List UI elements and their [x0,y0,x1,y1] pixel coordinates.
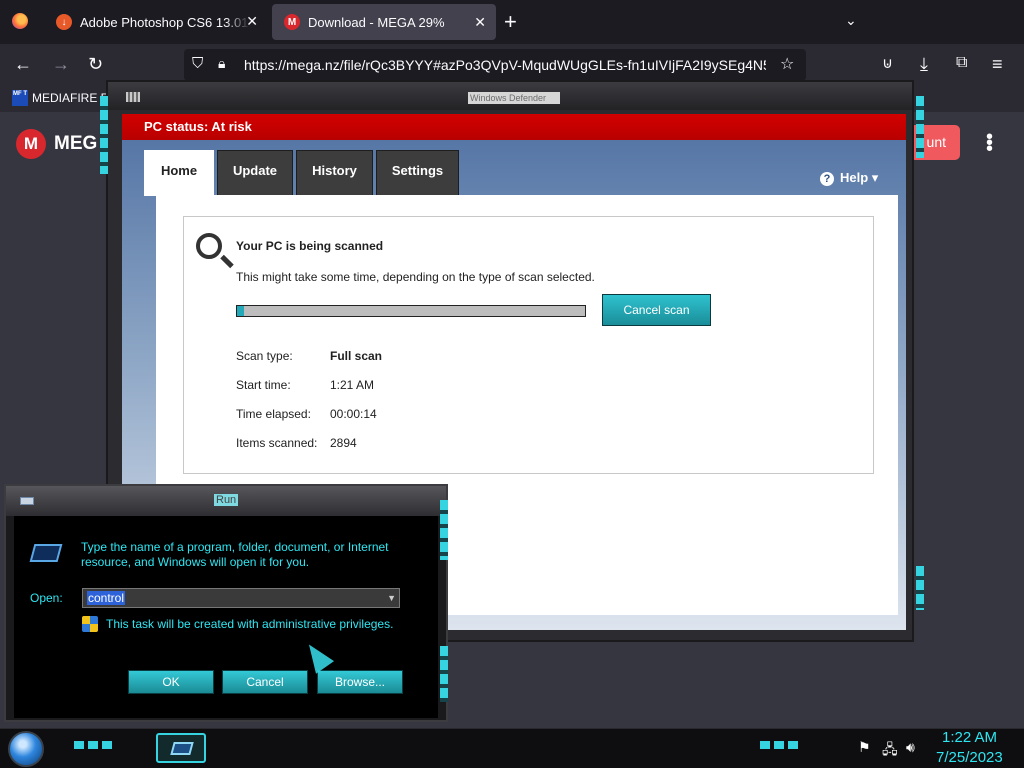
dropdown-arrow-icon[interactable]: ▼ [387,593,396,603]
scan-detail-row: Scan type: Full scan [236,349,382,363]
clock-time[interactable]: 1:22 AM [942,729,997,746]
run-description: Type the name of a program, folder, docu… [81,540,389,569]
scan-heading: Your PC is being scanned [236,239,384,253]
tab-home[interactable]: Home [144,150,214,196]
cancel-button[interactable]: Cancel [222,670,308,694]
download-icon: ↓ [56,14,72,30]
detail-value: Full scan [330,349,383,363]
tab-title: Download - MEGA 29% [308,14,445,30]
magnifier-icon [196,233,222,259]
clock-date[interactable]: 7/25/2023 [936,749,1003,766]
pocket-icon[interactable]: ⊍ [882,54,893,72]
tab-mega[interactable]: M Download - MEGA 29% ✕ [272,4,496,40]
url-bar[interactable]: ⛉ 🔒︎ https://mega.nz/file/rQc3BYYY#azPo3… [184,49,806,81]
defender-titlebar[interactable]: Windows Defender [108,82,912,110]
detail-value: 1:21 AM [330,378,375,392]
tab-history[interactable]: History [296,150,373,196]
scan-subtext: This might take some time, depending on … [236,270,595,284]
tab-photoshop[interactable]: ↓ Adobe Photoshop CS6 13.01 Fre ✕ [44,0,268,44]
open-label: Open: [30,591,63,605]
flag-alert-icon[interactable]: ⚑ [858,739,871,756]
mega-icon: M [284,14,300,30]
downloads-icon[interactable]: ⤓ [920,54,928,75]
ok-button[interactable]: OK [128,670,214,694]
tab-update[interactable]: Update [217,150,293,196]
detail-label: Items scanned: [236,436,318,450]
close-tab-icon[interactable]: ✕ [474,14,486,31]
mediafire-icon: MF T [12,90,28,106]
mega-logo-icon[interactable]: M [16,129,46,159]
back-icon[interactable]: ← [14,54,32,75]
chevron-down-icon[interactable]: ⌄ [845,12,857,29]
run-program-icon [29,544,63,562]
frame-decoration [440,500,448,560]
star-icon[interactable]: ☆ [780,54,794,74]
frame-decoration [916,96,924,158]
frame-decoration [100,96,108,174]
window-menu-icon[interactable] [126,92,140,102]
reload-icon[interactable]: ↻ [88,54,103,75]
admin-privileges-note: This task will be created with administr… [106,617,394,631]
scan-detail-row: Start time: 1:21 AM [236,378,374,392]
run-window-icon[interactable] [20,497,34,505]
frame-decoration [916,566,924,610]
scan-progress-fill [237,306,244,316]
frame-decoration [440,646,448,702]
open-input-text[interactable]: control [87,591,126,605]
tab-title: Adobe Photoshop CS6 13.01 Fre [80,14,250,30]
run-titlebar[interactable]: Run [6,486,446,516]
window-title: Windows Defender [468,92,560,104]
detail-value: 00:00:14 [330,407,377,421]
scan-detail-row: Items scanned: 2894 [236,436,357,450]
network-icon[interactable]: 🖧︎ [882,739,898,763]
url-text[interactable]: https://mega.nz/file/rQc3BYYY#azPo3QVpV-… [244,57,766,73]
run-dialog: Run Type the name of a program, folder, … [4,484,448,722]
mega-logo-text[interactable]: MEG [54,133,97,155]
taskbar-run-button[interactable] [156,733,206,763]
taskbar-decoration [74,741,116,749]
browse-button[interactable]: Browse... [317,670,403,694]
help-label: Help [840,170,869,185]
detail-label: Scan type: [236,349,293,363]
browser-tab-bar: ↓ Adobe Photoshop CS6 13.01 Fre ✕ M Down… [0,0,1024,44]
scan-progress-bar [236,305,586,317]
extensions-icon[interactable]: ⧉ [956,54,967,72]
new-tab-icon[interactable]: + [504,9,517,35]
scan-detail-row: Time elapsed: 00:00:14 [236,407,377,421]
detail-label: Time elapsed: [236,407,311,421]
help-menu[interactable]: ? Help ▾ [820,170,878,186]
volume-icon[interactable]: 🔊︎ [906,739,915,756]
firefox-icon[interactable] [12,13,28,29]
more-options-icon[interactable]: • • • [986,127,993,159]
shield-icon[interactable]: ⛉ [192,55,203,72]
chevron-down-icon: ▾ [871,170,879,185]
start-button[interactable] [8,731,44,767]
uac-shield-icon [82,616,98,632]
help-icon: ? [820,172,834,186]
run-program-icon [170,742,194,755]
taskbar-decoration [760,741,800,749]
tab-settings[interactable]: Settings [376,150,459,196]
run-body: Type the name of a program, folder, docu… [14,516,438,718]
pc-status-bar: PC status: At risk [122,114,906,140]
open-combobox[interactable]: control ▼ [82,588,400,608]
detail-label: Start time: [236,378,291,392]
close-tab-icon[interactable]: ✕ [246,13,258,30]
bookmark-mediafire[interactable]: MEDIAFIRE R [32,91,109,105]
menu-icon[interactable]: ≡ [992,54,1003,75]
scan-status-box: Your PC is being scanned This might take… [183,216,874,474]
forward-icon[interactable]: → [52,54,70,75]
lock-icon[interactable]: 🔒︎ [218,55,225,72]
cancel-scan-button[interactable]: Cancel scan [602,294,711,326]
detail-value: 2894 [330,436,357,450]
run-title: Run [214,494,239,506]
taskbar: ⚑ 🖧︎ 🔊︎ 1:22 AM 7/25/2023 [0,728,1024,768]
